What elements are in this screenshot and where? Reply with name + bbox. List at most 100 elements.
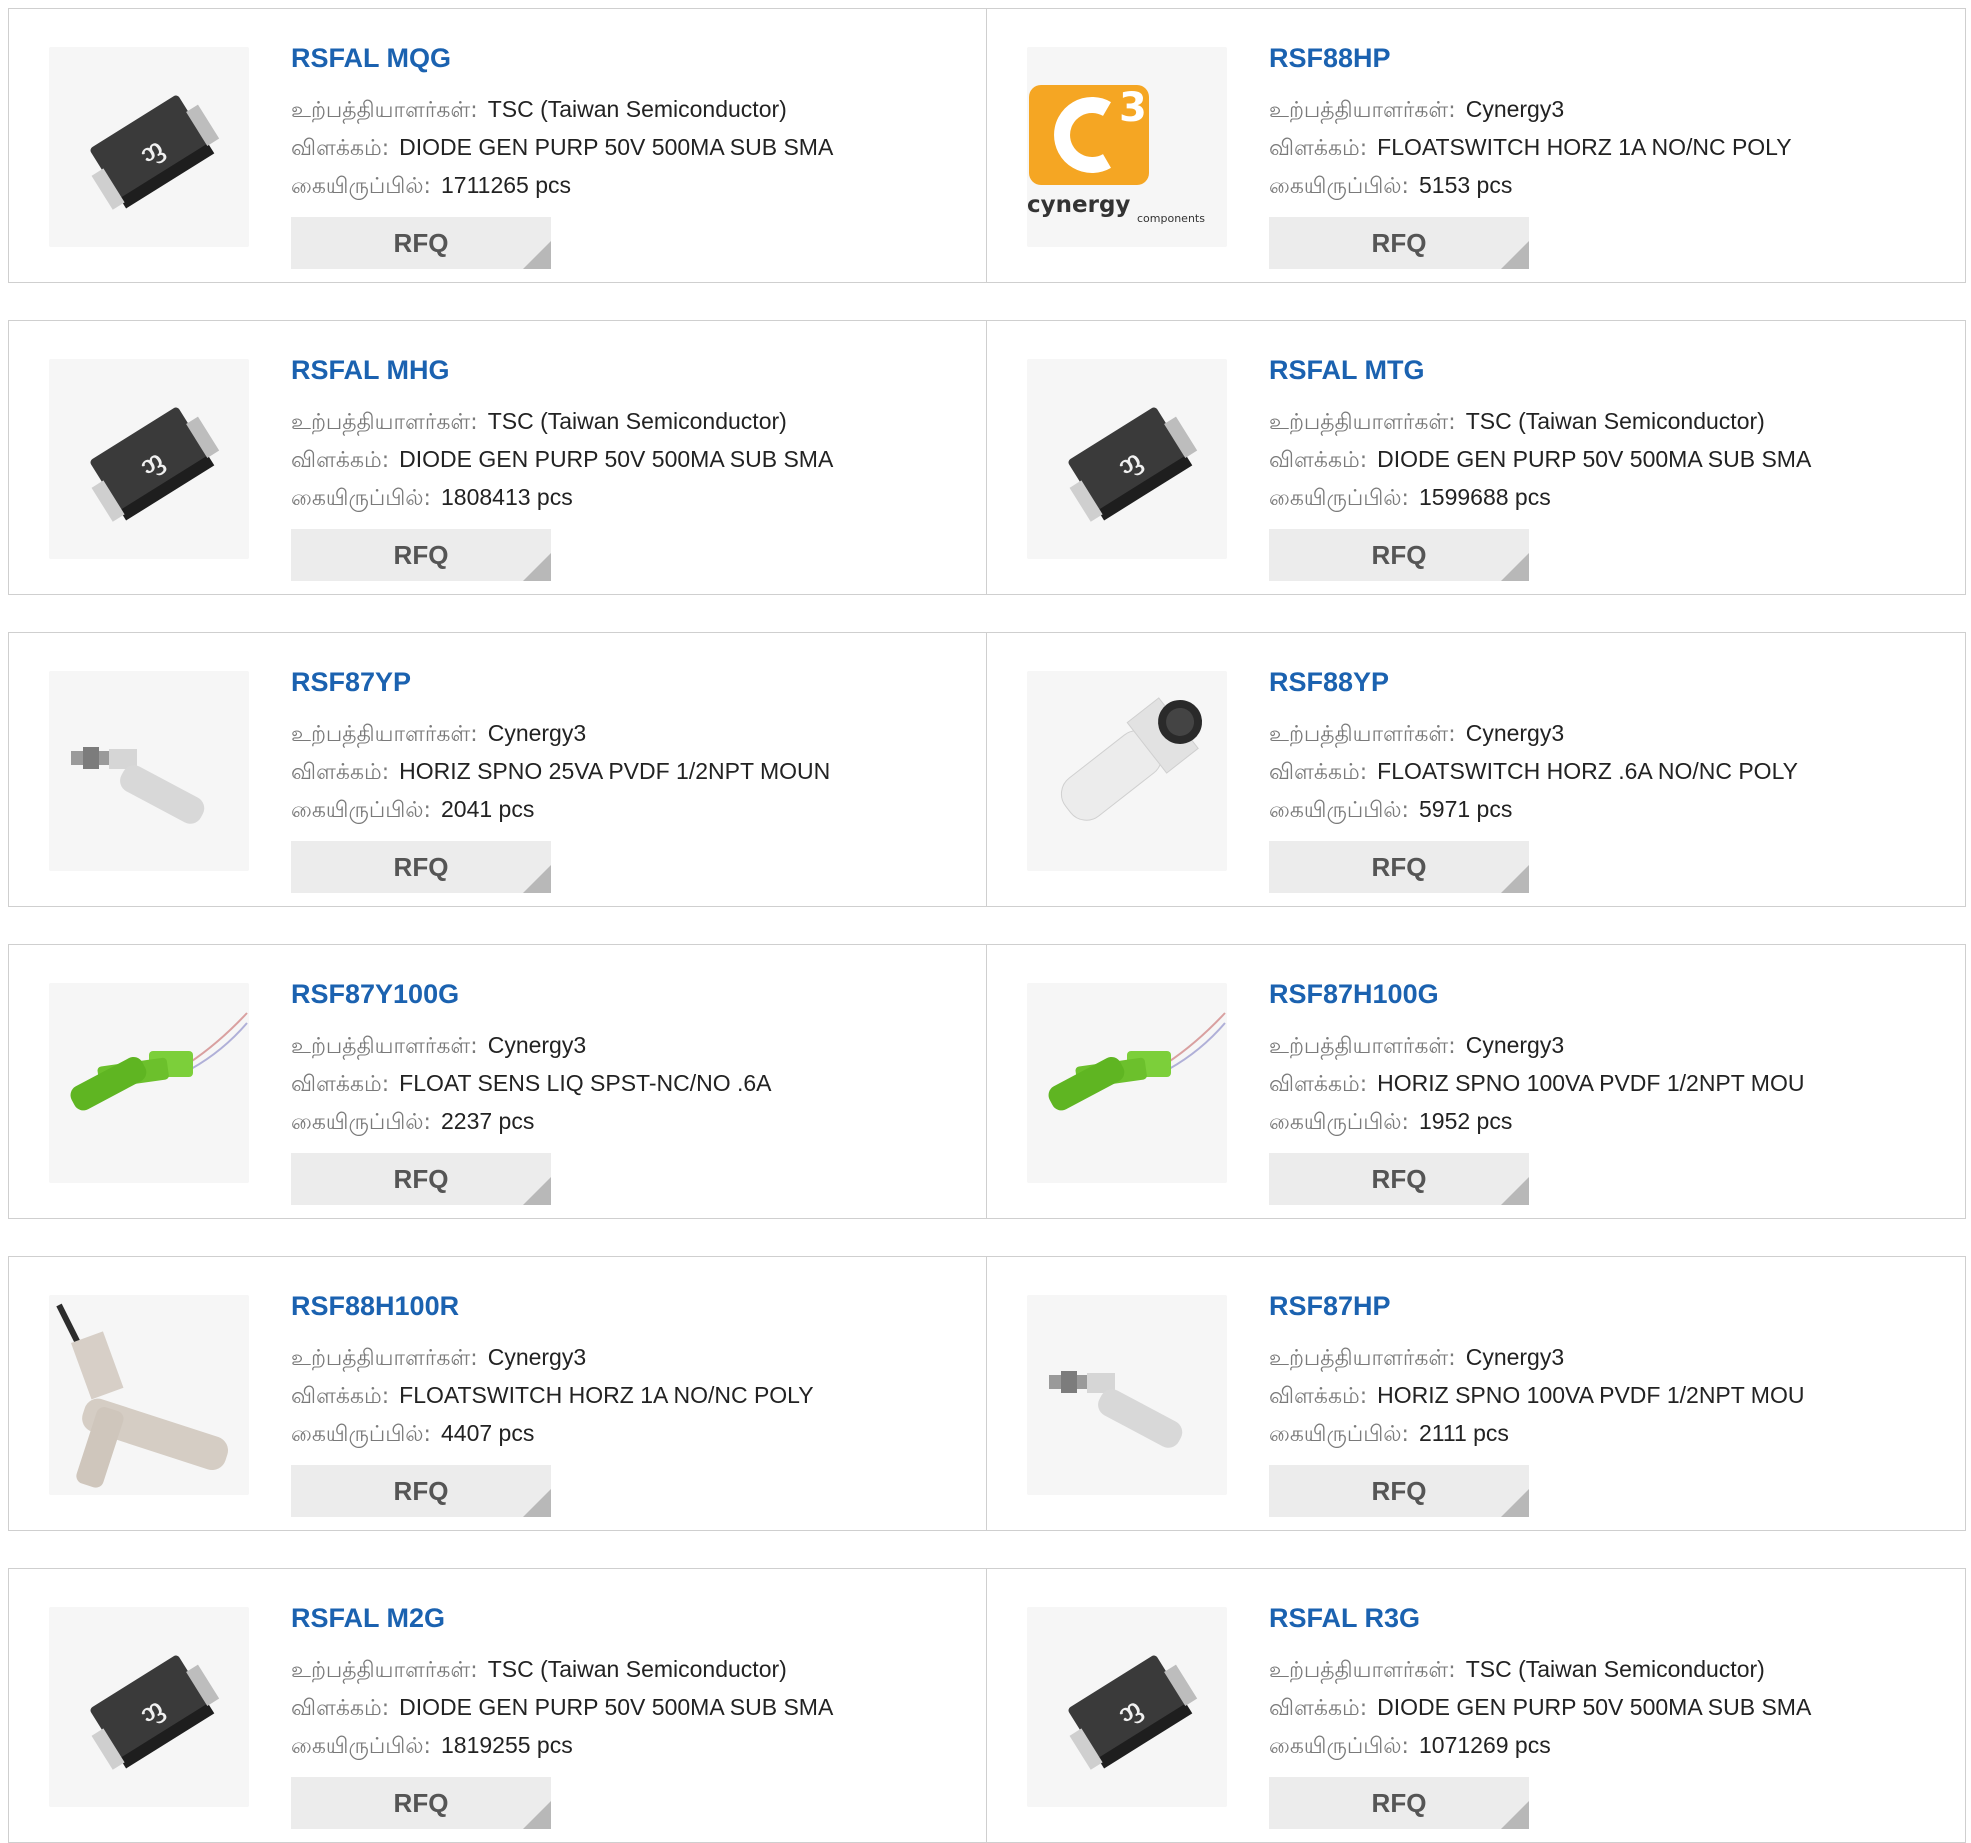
stock-value: 1071269 pcs bbox=[1418, 1732, 1551, 1758]
description-label: விளக்கம்: bbox=[291, 1072, 390, 1097]
rfq-button[interactable]: RFQ bbox=[1269, 841, 1529, 893]
product-grid: ᦀ RSFAL MQG உற்பத்தியாளர்கள்: TSC (Taiwan… bbox=[8, 8, 1966, 1843]
description-value: FLOATSWITCH HORZ 1A NO/NC POLY bbox=[399, 1382, 814, 1408]
rfq-button[interactable]: RFQ bbox=[1269, 1153, 1529, 1205]
description-row: விளக்கம்: DIODE GEN PURP 50V 500MA SUB SM… bbox=[291, 129, 976, 167]
product-info: RSFAL MQG உற்பத்தியாளர்கள்: TSC (Taiwan S… bbox=[291, 43, 976, 269]
diode-chip-image[interactable]: ᦀ bbox=[49, 359, 249, 559]
description-row: விளக்கம்: HORIZ SPNO 100VA PVDF 1/2NPT MO… bbox=[1269, 1065, 1955, 1103]
description-label: விளக்கம்: bbox=[291, 448, 390, 473]
part-number-link[interactable]: RSFAL MHG bbox=[291, 355, 976, 385]
diode-chip-image[interactable]: ᦀ bbox=[1027, 359, 1227, 559]
manufacturer-label: உற்பத்தியாளர்கள்: bbox=[291, 722, 478, 747]
rfq-button[interactable]: RFQ bbox=[1269, 529, 1529, 581]
manufacturer-label: உற்பத்தியாளர்கள்: bbox=[291, 1034, 478, 1059]
float-switch-gray-image[interactable] bbox=[49, 671, 249, 871]
stock-row: கையிருப்பில்: 5153 pcs bbox=[1269, 167, 1955, 205]
manufacturer-value: Cynergy3 bbox=[487, 720, 587, 746]
description-value: DIODE GEN PURP 50V 500MA SUB SMA bbox=[1377, 446, 1812, 472]
manufacturer-value: Cynergy3 bbox=[487, 1032, 587, 1058]
part-number-link[interactable]: RSF88H100R bbox=[291, 1291, 976, 1321]
stock-row: கையிருப்பில்: 4407 pcs bbox=[291, 1415, 976, 1453]
manufacturer-row: உற்பத்தியாளர்கள்: Cynergy3 bbox=[1269, 91, 1955, 129]
stock-value: 2041 pcs bbox=[440, 796, 535, 822]
product-card: RSF87H100G உற்பத்தியாளர்கள்: Cynergy3 விள… bbox=[987, 944, 1966, 1219]
stock-label: கையிருப்பில்: bbox=[1269, 174, 1409, 199]
float-switch-white-image[interactable] bbox=[1027, 671, 1227, 871]
rfq-button[interactable]: RFQ bbox=[291, 217, 551, 269]
stock-label: கையிருப்பில்: bbox=[1269, 798, 1409, 823]
stock-value: 2237 pcs bbox=[440, 1108, 535, 1134]
description-label: விளக்கம்: bbox=[1269, 136, 1368, 161]
rfq-button[interactable]: RFQ bbox=[291, 1153, 551, 1205]
stock-label: கையிருப்பில்: bbox=[1269, 1422, 1409, 1447]
description-label: விளக்கம்: bbox=[291, 136, 390, 161]
stock-value: 1819255 pcs bbox=[440, 1732, 573, 1758]
product-info: RSF88HP உற்பத்தியாளர்கள்: Cynergy3 விளக்க… bbox=[1269, 43, 1955, 269]
part-number-link[interactable]: RSF87H100G bbox=[1269, 979, 1955, 1009]
part-number-link[interactable]: RSFAL MQG bbox=[291, 43, 976, 73]
float-switch-beige-image[interactable] bbox=[49, 1295, 249, 1495]
manufacturer-row: உற்பத்தியாளர்கள்: TSC (Taiwan Semiconduct… bbox=[1269, 1651, 1955, 1689]
manufacturer-value: Cynergy3 bbox=[1465, 96, 1565, 122]
part-number-link[interactable]: RSF88HP bbox=[1269, 43, 1955, 73]
stock-label: கையிருப்பில்: bbox=[291, 798, 431, 823]
svg-text:components: components bbox=[1137, 212, 1205, 225]
part-number-link[interactable]: RSFAL MTG bbox=[1269, 355, 1955, 385]
stock-row: கையிருப்பில்: 1071269 pcs bbox=[1269, 1727, 1955, 1765]
manufacturer-row: உற்பத்தியாளர்கள்: Cynergy3 bbox=[291, 1027, 976, 1065]
product-info: RSF87HP உற்பத்தியாளர்கள்: Cynergy3 விளக்க… bbox=[1269, 1291, 1955, 1517]
rfq-button[interactable]: RFQ bbox=[1269, 217, 1529, 269]
diode-chip-image[interactable]: ᦀ bbox=[1027, 1607, 1227, 1807]
stock-value: 1599688 pcs bbox=[1418, 484, 1551, 510]
manufacturer-value: TSC (Taiwan Semiconductor) bbox=[487, 96, 787, 122]
stock-value: 1711265 pcs bbox=[440, 172, 571, 198]
manufacturer-label: உற்பத்தியாளர்கள்: bbox=[291, 410, 478, 435]
product-card: ᦀ RSFAL MQG உற்பத்தியாளர்கள்: TSC (Taiwan… bbox=[8, 8, 987, 283]
rfq-button[interactable]: RFQ bbox=[291, 1465, 551, 1517]
diode-chip-image[interactable]: ᦀ bbox=[49, 1607, 249, 1807]
manufacturer-value: TSC (Taiwan Semiconductor) bbox=[487, 1656, 787, 1682]
rfq-button[interactable]: RFQ bbox=[291, 841, 551, 893]
manufacturer-value: Cynergy3 bbox=[1465, 1344, 1565, 1370]
part-number-link[interactable]: RSFAL R3G bbox=[1269, 1603, 1955, 1633]
manufacturer-value: TSC (Taiwan Semiconductor) bbox=[487, 408, 787, 434]
manufacturer-row: உற்பத்தியாளர்கள்: TSC (Taiwan Semiconduct… bbox=[291, 1651, 976, 1689]
description-row: விளக்கம்: DIODE GEN PURP 50V 500MA SUB SM… bbox=[1269, 441, 1955, 479]
stock-row: கையிருப்பில்: 1819255 pcs bbox=[291, 1727, 976, 1765]
product-info: RSFAL M2G உற்பத்தியாளர்கள்: TSC (Taiwan S… bbox=[291, 1603, 976, 1829]
description-value: DIODE GEN PURP 50V 500MA SUB SMA bbox=[399, 446, 834, 472]
diode-chip-image[interactable]: ᦀ bbox=[49, 47, 249, 247]
part-number-link[interactable]: RSF87YP bbox=[291, 667, 976, 697]
manufacturer-row: உற்பத்தியாளர்கள்: TSC (Taiwan Semiconduct… bbox=[291, 403, 976, 441]
float-switch-gray-image[interactable] bbox=[1027, 1295, 1227, 1495]
part-number-link[interactable]: RSF87HP bbox=[1269, 1291, 1955, 1321]
stock-value: 1952 pcs bbox=[1418, 1108, 1513, 1134]
part-number-link[interactable]: RSF88YP bbox=[1269, 667, 1955, 697]
stock-value: 1808413 pcs bbox=[440, 484, 573, 510]
product-info: RSFAL MHG உற்பத்தியாளர்கள்: TSC (Taiwan S… bbox=[291, 355, 976, 581]
description-row: விளக்கம்: FLOATSWITCH HORZ 1A NO/NC POLY bbox=[291, 1377, 976, 1415]
manufacturer-value: Cynergy3 bbox=[487, 1344, 587, 1370]
part-number-link[interactable]: RSF87Y100G bbox=[291, 979, 976, 1009]
stock-row: கையிருப்பில்: 2237 pcs bbox=[291, 1103, 976, 1141]
stock-value: 4407 pcs bbox=[440, 1420, 535, 1446]
rfq-button[interactable]: RFQ bbox=[291, 1777, 551, 1829]
rfq-button[interactable]: RFQ bbox=[291, 529, 551, 581]
float-switch-green-image[interactable] bbox=[1027, 983, 1227, 1183]
rfq-button[interactable]: RFQ bbox=[1269, 1465, 1529, 1517]
part-number-link[interactable]: RSFAL M2G bbox=[291, 1603, 976, 1633]
manufacturer-row: உற்பத்தியாளர்கள்: TSC (Taiwan Semiconduct… bbox=[1269, 403, 1955, 441]
stock-row: கையிருப்பில்: 1599688 pcs bbox=[1269, 479, 1955, 517]
product-info: RSF87Y100G உற்பத்தியாளர்கள்: Cynergy3 விள… bbox=[291, 979, 976, 1205]
float-switch-green-image[interactable] bbox=[49, 983, 249, 1183]
manufacturer-label: உற்பத்தியாளர்கள்: bbox=[1269, 722, 1456, 747]
product-card: 3 cynergy components RSF88HP உற்பத்தியாள… bbox=[987, 8, 1966, 283]
description-label: விளக்கம்: bbox=[291, 760, 390, 785]
cynergy3-logo[interactable]: 3 cynergy components bbox=[1027, 47, 1227, 247]
product-info: RSF88YP உற்பத்தியாளர்கள்: Cynergy3 விளக்க… bbox=[1269, 667, 1955, 893]
stock-row: கையிருப்பில்: 1808413 pcs bbox=[291, 479, 976, 517]
stock-label: கையிருப்பில்: bbox=[291, 486, 431, 511]
description-label: விளக்கம்: bbox=[291, 1696, 390, 1721]
rfq-button[interactable]: RFQ bbox=[1269, 1777, 1529, 1829]
